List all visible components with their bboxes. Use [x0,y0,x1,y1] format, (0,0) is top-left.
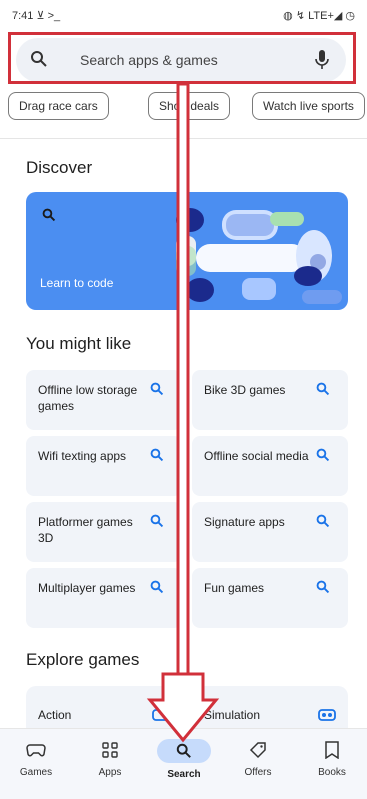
suggestion-label: Offline social media [204,449,309,463]
search-highlight-box [8,32,356,84]
search-icon [176,743,191,758]
nav-games[interactable]: Games [6,739,66,778]
discover-title: Discover [26,158,93,177]
search-icon [316,514,330,528]
game-controller-icon [152,709,170,721]
suggestion-tile[interactable]: Multiplayer games [26,568,182,628]
suggestion-label: Platformer games 3D [38,515,133,545]
tag-icon [249,742,266,759]
suggestion-label: Signature apps [204,515,285,529]
suggestion-tile[interactable]: Signature apps [192,502,348,562]
search-icon [316,382,330,396]
suggestion-label: Fun games [204,581,265,595]
chip-watch-live-sports[interactable]: Watch live sports [252,92,365,120]
search-icon [316,448,330,462]
nav-books[interactable]: Books [302,739,362,778]
search-icon [150,448,164,462]
bottom-navigation: Games Apps Search Offers Books [0,728,367,799]
nav-offers-label: Offers [244,767,272,778]
suggestion-tile[interactable]: Offline low storage games [26,370,182,430]
suggestion-tile[interactable]: Fun games [192,568,348,628]
action-label: Action [38,708,72,722]
suggestion-label: Offline low storage games [38,383,138,413]
simulation-label: Simulation [204,708,261,722]
bookmark-icon [325,741,339,759]
nav-apps-label: Apps [98,767,122,778]
search-icon [150,580,164,594]
search-icon [316,580,330,594]
search-icon [150,514,164,528]
nav-apps[interactable]: Apps [80,739,140,778]
suggestion-tile[interactable]: Bike 3D games [192,370,348,430]
nav-search[interactable]: Search [154,739,214,780]
suggestion-tile[interactable]: Platformer games 3D [26,502,182,562]
chip-shop-deals[interactable]: Shop deals [148,92,231,120]
you-might-like-title: You might like [26,334,132,353]
learn-to-code-card[interactable]: Learn to code [26,192,348,310]
learn-to-code-label: Learn to code [40,276,114,290]
chip-drag-race-cars[interactable]: Drag race cars [8,92,109,120]
search-icon [150,382,164,396]
suggestion-chips: Drag race cars Shop deals Watch live spo… [0,92,367,122]
status-time: 7:41 ⊻ >_ [12,10,61,22]
divider [0,138,367,139]
suggestion-label: Multiplayer games [38,581,136,595]
stacked-shapes-illustration [176,208,342,304]
suggestion-label: Bike 3D games [204,383,286,397]
vr-headset-icon [318,709,336,721]
apps-grid-icon [102,742,118,758]
status-icons: ◍ ↯ LTE+◢ ◷ [283,10,355,22]
nav-search-label: Search [167,769,201,780]
nav-offers[interactable]: Offers [228,739,288,778]
nav-books-label: Books [318,767,346,778]
status-bar: 7:41 ⊻ >_ ◍ ↯ LTE+◢ ◷ [0,0,367,30]
explore-games-title: Explore games [26,650,140,669]
nav-games-label: Games [19,767,53,778]
suggestion-label: Wifi texting apps [38,449,127,463]
suggestion-tile[interactable]: Offline social media [192,436,348,496]
gamepad-icon [26,744,46,757]
suggestion-tile[interactable]: Wifi texting apps [26,436,182,496]
